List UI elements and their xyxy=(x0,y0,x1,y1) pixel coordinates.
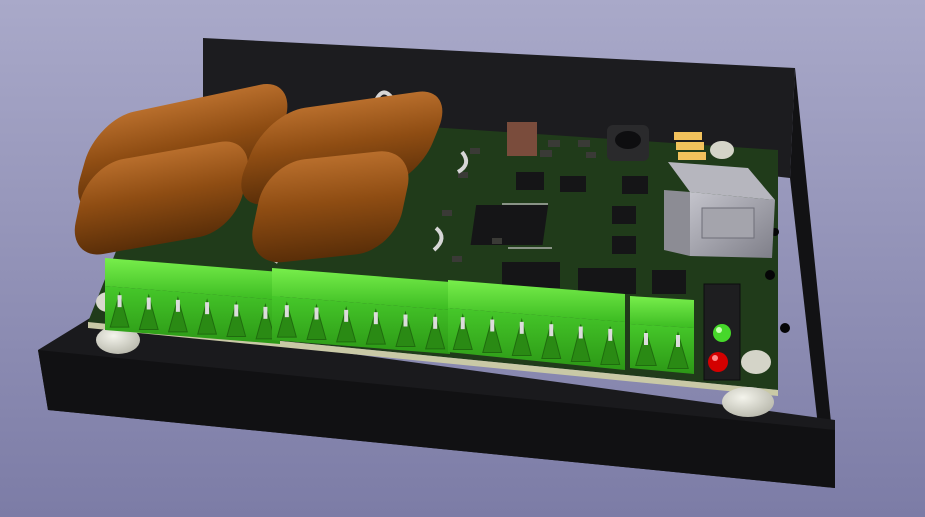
inductor-core xyxy=(615,131,641,149)
ic-chip xyxy=(612,236,636,254)
terminal-block xyxy=(272,268,450,354)
terminal-pin xyxy=(578,326,583,339)
ic-chip xyxy=(560,176,586,192)
terminal-pin xyxy=(344,309,349,322)
terminal-pin xyxy=(146,297,151,310)
usb-port-opening xyxy=(701,207,755,239)
pcb-3d-render xyxy=(0,0,925,517)
3d-viewer-viewport[interactable] xyxy=(0,0,925,517)
power-mosfet xyxy=(578,268,636,294)
terminal-pin xyxy=(549,324,554,337)
terminal-block xyxy=(105,258,280,344)
terminal-pin xyxy=(519,321,524,334)
terminal-pin xyxy=(608,328,613,341)
status-led-green xyxy=(713,324,731,342)
terminal-pin xyxy=(263,306,268,319)
ic-chip xyxy=(516,172,544,190)
usb-front xyxy=(664,190,690,256)
led-highlight xyxy=(716,327,722,333)
standoff xyxy=(741,350,771,374)
terminal-pin xyxy=(117,295,122,308)
resistor-array xyxy=(507,122,537,156)
terminal-pin xyxy=(314,307,319,320)
power-mosfet xyxy=(502,262,560,288)
terminal-pin xyxy=(644,333,648,345)
mcu-chip xyxy=(470,205,549,245)
standoff xyxy=(722,387,774,417)
terminal-pin xyxy=(676,335,680,347)
ic-chip xyxy=(612,206,636,224)
terminal-pin xyxy=(460,317,465,330)
terminal-pin xyxy=(234,304,239,317)
standoff xyxy=(710,141,734,159)
mounting-hole xyxy=(765,270,775,280)
mounting-hole xyxy=(780,323,790,333)
terminal-pin xyxy=(175,299,180,312)
status-led-red xyxy=(708,352,728,372)
terminal-block-top xyxy=(630,296,694,328)
terminal-pin xyxy=(284,305,289,318)
ic-chip xyxy=(622,176,648,194)
status-led-bezel xyxy=(703,283,741,381)
power-mosfet xyxy=(652,270,686,294)
terminal-pin xyxy=(433,316,438,329)
terminal-block xyxy=(630,296,694,374)
tantalum-caps xyxy=(674,132,706,160)
terminal-pin xyxy=(205,302,210,315)
terminal-pin xyxy=(490,319,495,332)
terminal-pin xyxy=(403,314,408,327)
led-highlight xyxy=(712,355,718,361)
terminal-pin xyxy=(373,312,378,325)
